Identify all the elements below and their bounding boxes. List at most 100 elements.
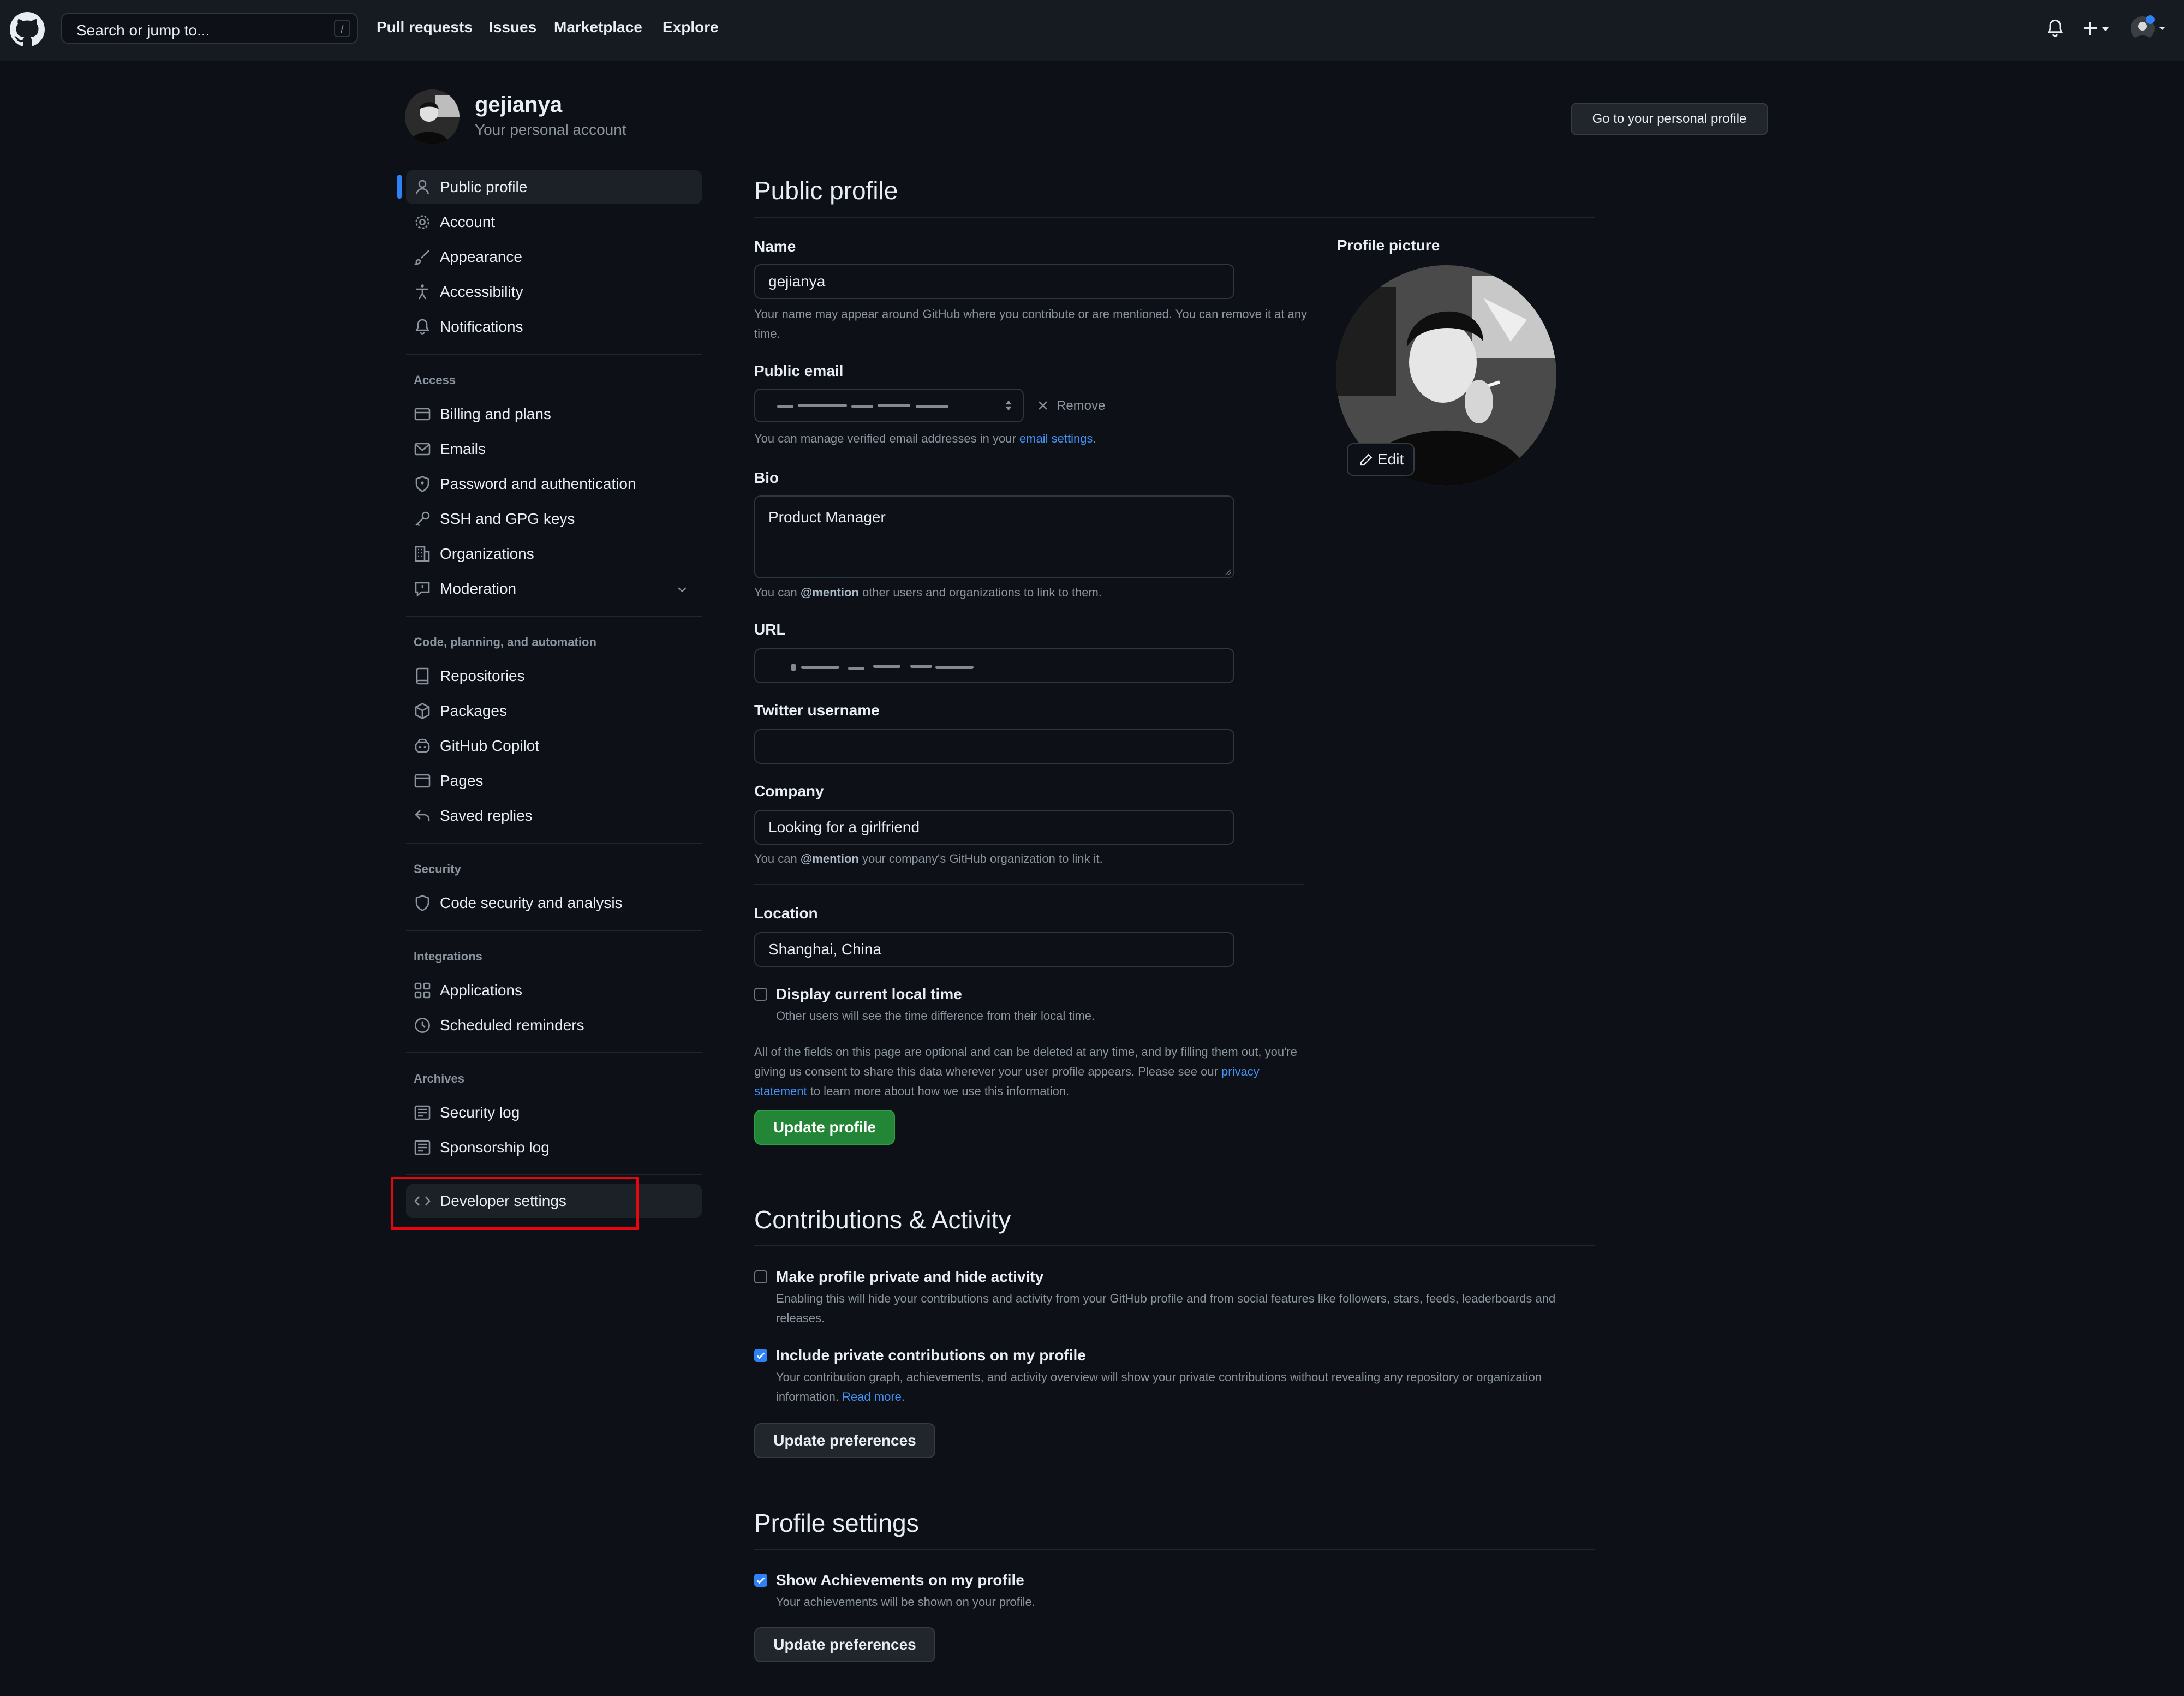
sidebar-item-organizations[interactable]: Organizations bbox=[406, 537, 702, 571]
nav-explore[interactable]: Explore bbox=[663, 19, 719, 36]
sidebar-item-saved-replies[interactable]: Saved replies bbox=[406, 799, 702, 833]
avatar-dropdown-caret-icon[interactable] bbox=[2158, 25, 2167, 32]
paintbrush-icon bbox=[414, 248, 431, 266]
repo-icon bbox=[414, 667, 431, 685]
sidebar-item-security-log[interactable]: Security log bbox=[406, 1096, 702, 1130]
nav-issues[interactable]: Issues bbox=[489, 19, 536, 36]
sidebar-item-moderation[interactable]: Moderation bbox=[406, 572, 702, 606]
section-divider bbox=[754, 884, 1304, 885]
read-more-link[interactable]: Read more. bbox=[842, 1390, 905, 1404]
section-title-contributions: Contributions & Activity bbox=[754, 1205, 1011, 1234]
package-icon bbox=[414, 702, 431, 720]
nav-marketplace[interactable]: Marketplace bbox=[554, 19, 642, 36]
sidebar-item-label: Password and authentication bbox=[440, 475, 636, 492]
sidebar-divider bbox=[406, 930, 702, 931]
show-achievements-checkbox[interactable] bbox=[754, 1574, 767, 1587]
shield-icon bbox=[414, 894, 431, 912]
url-field[interactable] bbox=[754, 648, 1234, 683]
sidebar-heading-access: Access bbox=[414, 373, 456, 387]
sidebar-item-label: Sponsorship log bbox=[440, 1139, 550, 1156]
bio-textarea[interactable]: Product Manager bbox=[754, 495, 1234, 578]
chevron-down-icon bbox=[676, 583, 689, 596]
display-local-time-checkbox[interactable] bbox=[754, 988, 767, 1001]
sidebar-item-pages[interactable]: Pages bbox=[406, 764, 702, 798]
mention-text: @mention bbox=[800, 852, 859, 865]
twitter-field[interactable] bbox=[754, 729, 1234, 764]
update-profile-button[interactable]: Update profile bbox=[754, 1110, 895, 1145]
edit-label: Edit bbox=[1377, 451, 1404, 468]
sidebar-item-label: Code security and analysis bbox=[440, 894, 623, 911]
company-note-suffix: your company's GitHub organization to li… bbox=[858, 852, 1103, 865]
public-email-label: Public email bbox=[754, 362, 844, 379]
sidebar-item-password-auth[interactable]: Password and authentication bbox=[406, 467, 702, 501]
accessibility-icon bbox=[414, 283, 431, 301]
remove-label: Remove bbox=[1057, 398, 1106, 413]
update-profile-settings-button[interactable]: Update preferences bbox=[754, 1627, 935, 1662]
browser-icon bbox=[414, 772, 431, 790]
sidebar-item-public-profile[interactable]: Public profile bbox=[406, 170, 702, 204]
search-input[interactable]: Search or jump to... / bbox=[61, 13, 358, 44]
sidebar-item-sponsorship-log[interactable]: Sponsorship log bbox=[406, 1131, 702, 1164]
bell-icon[interactable] bbox=[2045, 17, 2065, 39]
sidebar-item-notifications[interactable]: Notifications bbox=[406, 310, 702, 344]
sidebar-item-billing[interactable]: Billing and plans bbox=[406, 397, 702, 431]
bio-note-text: You can bbox=[754, 586, 801, 599]
public-email-select[interactable] bbox=[754, 389, 1024, 422]
sidebar-divider bbox=[406, 843, 702, 844]
top-navigation-bar: Search or jump to... / Pull requests Iss… bbox=[0, 0, 2184, 61]
account-avatar bbox=[405, 89, 460, 144]
sidebar-item-label: Appearance bbox=[440, 248, 523, 265]
edit-picture-button[interactable]: Edit bbox=[1347, 443, 1415, 476]
company-help-text: You can @mention your company's GitHub o… bbox=[754, 849, 1103, 869]
sidebar-item-emails[interactable]: Emails bbox=[406, 432, 702, 466]
section-divider bbox=[754, 217, 1595, 218]
organization-icon bbox=[414, 545, 431, 563]
sidebar-item-scheduled-reminders[interactable]: Scheduled reminders bbox=[406, 1008, 702, 1042]
bell-icon bbox=[414, 318, 431, 336]
nav-pull-requests[interactable]: Pull requests bbox=[377, 19, 473, 36]
sidebar-item-applications[interactable]: Applications bbox=[406, 974, 702, 1007]
shield-lock-icon bbox=[414, 475, 431, 493]
go-to-personal-profile-button[interactable]: Go to your personal profile bbox=[1571, 103, 1768, 135]
sidebar-item-appearance[interactable]: Appearance bbox=[406, 240, 702, 274]
name-value: gejianya bbox=[768, 273, 826, 290]
name-field[interactable]: gejianya bbox=[754, 264, 1234, 299]
company-field[interactable]: Looking for a girlfriend bbox=[754, 810, 1234, 845]
show-achievements-help: Your achievements will be shown on your … bbox=[776, 1595, 1035, 1609]
sidebar-item-copilot[interactable]: GitHub Copilot bbox=[406, 729, 702, 763]
sidebar-item-label: Public profile bbox=[440, 178, 528, 195]
notification-dot bbox=[2146, 15, 2155, 24]
create-new-dropdown-icon[interactable] bbox=[2080, 19, 2111, 38]
include-private-contributions-checkbox[interactable] bbox=[754, 1349, 767, 1362]
github-logo-icon[interactable] bbox=[10, 12, 45, 47]
make-profile-private-checkbox[interactable] bbox=[754, 1270, 767, 1283]
email-settings-link[interactable]: email settings bbox=[1019, 432, 1093, 445]
profile-picture-label: Profile picture bbox=[1337, 237, 1440, 254]
make-profile-private-help: Enabling this will hide your contributio… bbox=[776, 1292, 1556, 1325]
developer-settings-highlight bbox=[391, 1177, 639, 1230]
sidebar-item-account[interactable]: Account bbox=[406, 205, 702, 239]
sidebar-item-repositories[interactable]: Repositories bbox=[406, 659, 702, 693]
company-label: Company bbox=[754, 783, 824, 799]
credit-card-icon bbox=[414, 405, 431, 423]
sidebar-divider bbox=[406, 354, 702, 355]
bio-label: Bio bbox=[754, 469, 779, 486]
sidebar-item-accessibility[interactable]: Accessibility bbox=[406, 275, 702, 309]
sidebar-item-ssh-gpg[interactable]: SSH and GPG keys bbox=[406, 502, 702, 536]
sidebar-item-code-security[interactable]: Code security and analysis bbox=[406, 886, 702, 920]
sidebar-item-label: Emails bbox=[440, 440, 486, 457]
location-field[interactable]: Shanghai, China bbox=[754, 932, 1234, 967]
active-item-indicator bbox=[397, 175, 402, 199]
sidebar-heading-security: Security bbox=[414, 862, 461, 876]
apps-icon bbox=[414, 982, 431, 999]
sidebar-heading-integrations: Integrations bbox=[414, 949, 482, 963]
privacy-notice-text: All of the fields on this page are optio… bbox=[754, 1045, 1297, 1078]
section-title-profile-settings: Profile settings bbox=[754, 1509, 919, 1537]
sidebar-item-packages[interactable]: Packages bbox=[406, 694, 702, 728]
sidebar-item-label: Saved replies bbox=[440, 807, 533, 824]
update-preferences-button[interactable]: Update preferences bbox=[754, 1423, 935, 1458]
sidebar-heading-archives: Archives bbox=[414, 1072, 464, 1085]
resize-handle-icon[interactable] bbox=[1222, 566, 1231, 575]
bio-help-text: You can @mention other users and organiz… bbox=[754, 583, 1102, 602]
include-private-contributions-label: Include private contributions on my prof… bbox=[776, 1347, 1086, 1364]
